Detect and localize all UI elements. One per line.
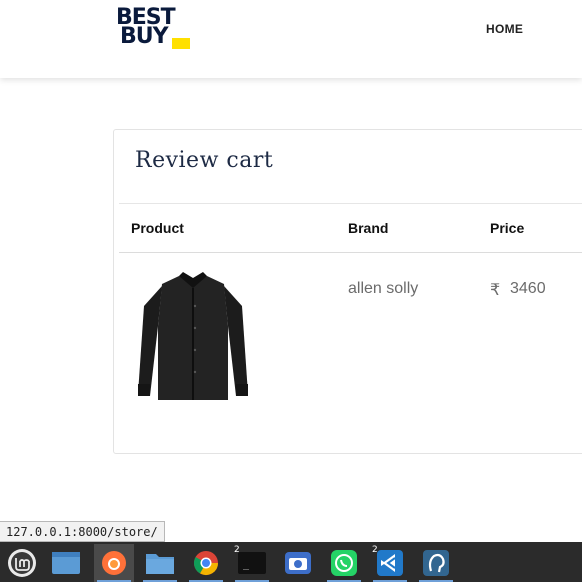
review-cart-card: Review cart Product Brand Price allen so… (113, 129, 582, 454)
price-currency: ₹ (490, 282, 501, 299)
logo-yellow-tag (172, 38, 190, 49)
vscode-icon[interactable]: 2 (370, 544, 410, 582)
taskbar: 2 _ 2 (0, 542, 582, 582)
linux-mint-menu-icon[interactable] (2, 544, 42, 582)
terminal-badge: 2 (234, 545, 240, 555)
product-price: 3460 (510, 280, 546, 297)
title-divider (119, 203, 582, 204)
svg-text:_: _ (243, 559, 250, 570)
column-header-brand: Brand (348, 220, 389, 236)
chrome-icon[interactable] (186, 544, 226, 582)
site-header: BEST BUY HOME (0, 0, 582, 78)
show-desktop-icon[interactable] (46, 544, 86, 582)
product-image-black-shirt[interactable] (134, 266, 252, 404)
terminal-icon[interactable]: 2 _ (232, 544, 272, 582)
bestbuy-logo[interactable]: BEST BUY (116, 7, 196, 50)
status-bar-url: 127.0.0.1:8000/store/ (0, 521, 165, 542)
pgadmin-icon[interactable] (416, 544, 456, 582)
column-header-price: Price (490, 220, 525, 236)
product-brand: allen solly (348, 280, 419, 297)
nav-home-link[interactable]: HOME (486, 22, 523, 36)
vscode-badge: 2 (372, 545, 378, 555)
page-title: Review cart (135, 148, 274, 173)
column-header-product: Product (131, 220, 184, 236)
file-manager-icon[interactable] (140, 544, 180, 582)
screenshot-icon[interactable] (278, 544, 318, 582)
whatsapp-icon[interactable] (324, 544, 364, 582)
header-divider (119, 252, 582, 253)
firefox-icon[interactable] (94, 544, 134, 582)
